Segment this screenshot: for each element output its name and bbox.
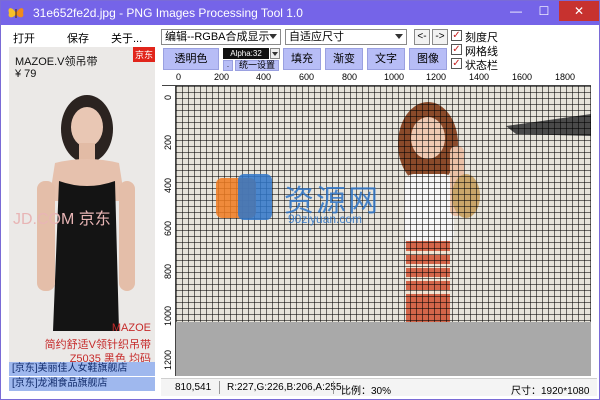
status-coords: 810,541 — [175, 382, 212, 393]
app-window: 31e652fe2d.jpg - PNG Images Processing T… — [0, 0, 600, 400]
preview-panel[interactable]: MAZOE.V领吊带 ¥ 79 京东 JD.COM 京东 MAZOE 简约舒适V… — [9, 47, 155, 365]
ruler-tick-label: 1800 — [555, 72, 576, 82]
minimize-button[interactable]: — — [503, 1, 529, 21]
checkmark-icon: ✓ — [451, 30, 462, 41]
jd-watermark: JD.COM 京东 — [13, 211, 111, 228]
watermark-url: 90ziyuan.com — [288, 212, 363, 226]
image-canvas[interactable]: 资源网 90ziyuan.com — [176, 86, 591, 376]
ruler-tick-label: 200 — [163, 134, 173, 150]
unify-settings-button[interactable]: 统一设置 — [235, 60, 279, 71]
status-size: 尺寸：1920*1080 — [511, 386, 590, 397]
checkmark-icon: ✓ — [451, 44, 462, 55]
status-pixel-color: R:227,G:226,B:206,A:255 — [227, 382, 342, 393]
site-logo-icon — [216, 174, 272, 220]
menu-save[interactable]: 保存 — [67, 30, 89, 46]
close-button[interactable]: ✕ — [559, 1, 599, 21]
ruler-tick-label: 1000 — [384, 72, 405, 82]
ruler-left: 0 200 400 600 800 1000 1200 — [162, 86, 176, 376]
menu-about[interactable]: 关于... — [111, 30, 142, 46]
checkmark-icon: ✓ — [451, 58, 462, 69]
ruler-tick-label: 0 — [176, 72, 182, 82]
transparent-color-button[interactable]: 透明色 — [163, 48, 219, 70]
status-divider — [219, 381, 220, 394]
ruler-tick-label: 800 — [342, 72, 358, 82]
dot-button[interactable]: . — [223, 60, 233, 71]
chevron-down-icon — [269, 34, 277, 39]
butterfly-icon — [8, 8, 24, 18]
ruler-tick-label: 1400 — [469, 72, 490, 82]
chevron-down-icon — [395, 34, 403, 39]
size-select-value: 自适应尺寸 — [289, 31, 344, 43]
shop-link[interactable]: [京东]龙湘食品旗舰店 — [9, 377, 155, 391]
ruler-tick-label: 400 — [256, 72, 272, 82]
next-image-button[interactable]: -> — [432, 29, 448, 45]
shop-link[interactable]: [京东]美丽佳人女鞋旗舰店 — [9, 362, 155, 376]
caption-brand: MAZOE — [111, 322, 151, 334]
prev-image-button[interactable]: <- — [414, 29, 430, 45]
ruler-top: 0 200 400 600 800 1000 1200 1400 1600 18… — [162, 72, 591, 86]
ruler-tick-label: 200 — [214, 72, 230, 82]
jd-badge: 京东 — [132, 47, 155, 62]
menu-open[interactable]: 打开 — [13, 30, 35, 46]
gradient-button[interactable]: 渐变 — [325, 48, 363, 70]
preview-product-title: MAZOE.V领吊带 — [15, 56, 98, 68]
menu-bar: 打开 保存 关于... — [3, 27, 155, 45]
alpha-dropdown[interactable] — [270, 48, 280, 59]
ruler-tick-label: 1200 — [163, 349, 173, 370]
status-divider — [333, 381, 334, 394]
status-zoom: 比例：30% — [341, 386, 392, 397]
status-bar: 810,541 R:227,G:226,B:206,A:255 比例：30% 尺… — [161, 378, 597, 397]
text-button[interactable]: 文字 — [367, 48, 405, 70]
mode-select-value: 编辑--RGBA合成显示 — [165, 31, 270, 43]
window-title: 31e652fe2d.jpg - PNG Images Processing T… — [33, 6, 303, 20]
ruler-tick-label: 600 — [299, 72, 315, 82]
fill-button[interactable]: 填充 — [283, 48, 321, 70]
ruler-tick-label: 600 — [163, 220, 173, 236]
title-bar[interactable]: 31e652fe2d.jpg - PNG Images Processing T… — [1, 1, 599, 25]
mode-select[interactable]: 编辑--RGBA合成显示 — [161, 29, 281, 45]
preview-price: ¥ 79 — [15, 68, 37, 80]
ruler-tick-label: 1200 — [426, 72, 447, 82]
ruler-tick-label: 1600 — [512, 72, 533, 82]
size-select[interactable]: 自适应尺寸 — [285, 29, 407, 45]
ruler-tick-label: 400 — [163, 177, 173, 193]
ruler-tick-label: 1000 — [163, 305, 173, 326]
image-button[interactable]: 图像 — [409, 48, 447, 70]
alpha-value[interactable]: Alpha:32 — [223, 48, 269, 59]
ruler-tick-label: 800 — [163, 263, 173, 279]
ruler-tick-label: 0 — [163, 94, 173, 100]
maximize-button[interactable]: ☐ — [531, 1, 557, 21]
